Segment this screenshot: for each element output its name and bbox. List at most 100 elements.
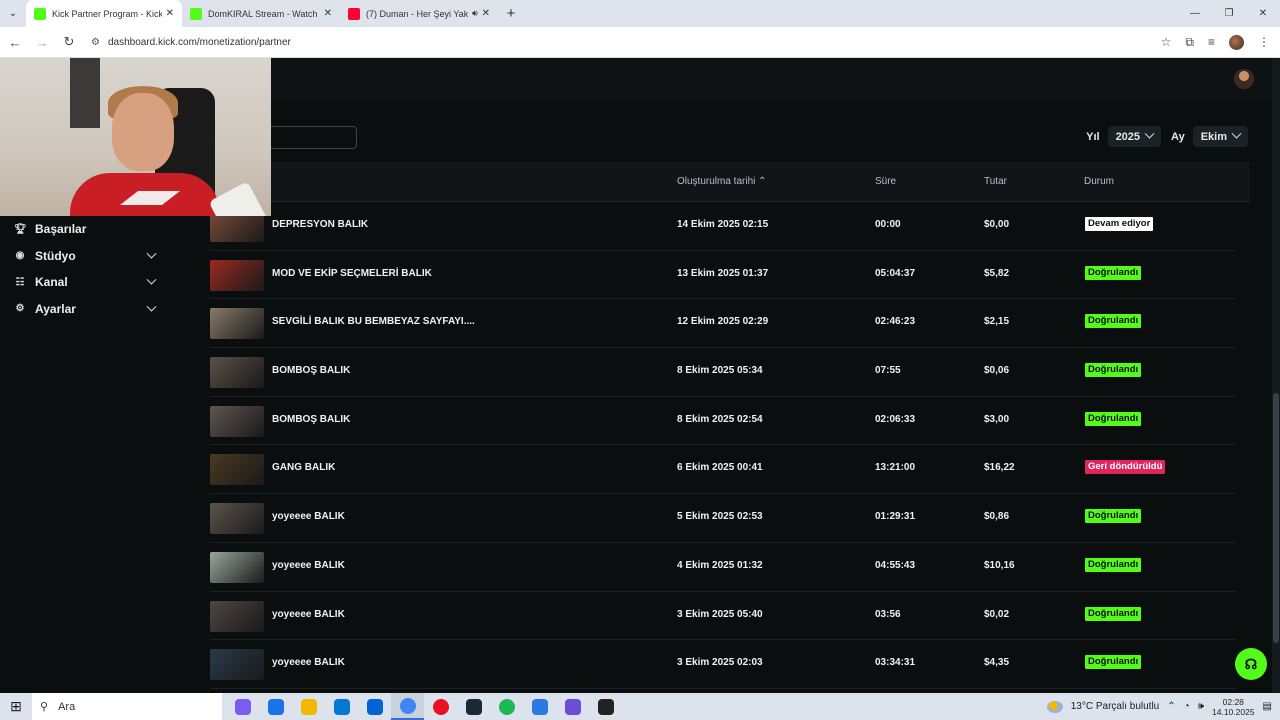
network-icon[interactable]: ◔ (1184, 701, 1190, 712)
taskbar-app-icon[interactable] (556, 693, 589, 720)
taskbar-app-icon[interactable] (259, 693, 292, 720)
table-row[interactable]: yoyeeee BALIK 3 Ekim 2025 05:40 03:56 $0… (210, 592, 1236, 641)
taskbar-app-icon[interactable] (457, 693, 490, 720)
browser-tab[interactable]: DomKIRAL Stream - Watch Live ✕ (182, 0, 340, 27)
stream-thumbnail[interactable] (210, 551, 264, 583)
close-window-icon[interactable]: ✕ (1246, 0, 1280, 27)
table-row[interactable]: DEPRESYON BALIK 14 Ekim 2025 02:15 00:00… (210, 202, 1236, 251)
window-controls: — ❐ ✕ (1178, 0, 1280, 27)
table-header: Oluşturulma tarihi ⌃ Süre Tutar Durum (197, 162, 1250, 202)
stream-title[interactable]: DEPRESYON BALIK (272, 219, 368, 230)
taskbar-search[interactable]: ⚲ Ara (32, 693, 222, 720)
tab-favicon-icon (348, 7, 360, 20)
stream-thumbnail[interactable] (210, 600, 264, 632)
stream-title[interactable]: yoyeeee BALIK (272, 609, 345, 620)
back-icon[interactable]: ← (3, 35, 27, 50)
table-row[interactable]: yoyeeee BALIK 3 Ekim 2025 02:03 03:34:31… (210, 640, 1236, 689)
browser-menu-icon[interactable]: ⋮ (1258, 35, 1270, 49)
site-info-icon[interactable]: ⚙ (91, 37, 100, 48)
stream-thumbnail[interactable] (210, 259, 264, 291)
tab-favicon-icon (34, 7, 46, 20)
tray-chevron-icon[interactable]: ⌃ (1167, 701, 1175, 712)
new-tab-button[interactable]: + (498, 0, 524, 27)
table-row[interactable]: GANG BALIK 6 Ekim 2025 00:41 13:21:00 $1… (210, 445, 1236, 495)
search-input[interactable] (270, 126, 357, 149)
restore-icon[interactable]: ❐ (1212, 0, 1246, 27)
volume-icon[interactable]: 🕪︎ (1198, 701, 1204, 712)
stream-amount: $10,16 (984, 559, 1015, 571)
stream-duration: 02:06:33 (875, 413, 916, 425)
chevron-down-icon[interactable] (146, 274, 157, 289)
windows-start-icon[interactable]: ⊞ (0, 698, 32, 715)
taskbar-app-icon[interactable] (226, 693, 259, 720)
browser-tab[interactable]: Kick Partner Program - Kick Da ✕ (26, 0, 182, 27)
stream-thumbnail[interactable] (210, 308, 264, 340)
stream-title[interactable]: MOD VE EKİP SEÇMELERİ BALIK (272, 268, 432, 279)
taskbar-app-icon[interactable] (424, 693, 457, 720)
url-field[interactable]: ⚙ dashboard.kick.com/monetization/partne… (91, 37, 1161, 48)
stream-thumbnail[interactable] (210, 357, 264, 389)
stream-title[interactable]: BOMBOŞ BALIK (272, 365, 350, 376)
taskbar-app-icon[interactable] (325, 693, 358, 720)
table-row[interactable]: yoyeeee BALIK 4 Ekim 2025 01:32 04:55:43… (210, 543, 1236, 592)
extensions-icon[interactable]: ⧉ (1185, 35, 1194, 50)
stream-date: 3 Ekim 2025 05:40 (677, 608, 763, 620)
taskbar-app-icon[interactable] (490, 693, 523, 720)
user-avatar[interactable] (1234, 69, 1254, 89)
stream-title[interactable]: BOMBOŞ BALIK (272, 414, 350, 425)
table-row[interactable]: BOMBOŞ BALIK 8 Ekim 2025 05:34 07:55 $0,… (210, 348, 1236, 397)
table-row[interactable]: BOMBOŞ BALIK 8 Ekim 2025 02:54 02:06:33 … (210, 397, 1236, 446)
system-tray: 13°C Parçalı bulutlu ⌃ ◔ 🕪︎ 02:28 14.10.… (1046, 693, 1280, 720)
taskbar-app-icon[interactable] (589, 693, 622, 720)
sidebar-item-kanal[interactable]: ☷ Kanal (0, 269, 197, 296)
chevron-down-icon[interactable] (146, 301, 157, 316)
stream-title[interactable]: yoyeeee BALIK (272, 511, 345, 522)
taskbar-app-icon[interactable] (292, 693, 325, 720)
sidebar-item-ayarlar[interactable]: ⚙ Ayarlar (0, 296, 197, 323)
sidebar-item-stüdyo[interactable]: ◉ Stüdyo (0, 243, 197, 270)
chevron-down-icon[interactable] (146, 248, 157, 263)
minimize-icon[interactable]: — (1178, 0, 1212, 27)
stream-title[interactable]: yoyeeee BALIK (272, 657, 345, 668)
stream-title[interactable]: GANG BALIK (272, 462, 335, 473)
taskbar-app-icon[interactable] (391, 693, 424, 720)
weather-text[interactable]: 13°C Parçalı bulutlu (1071, 701, 1160, 712)
table-row[interactable]: yoyeeee BALIK 5 Ekim 2025 02:53 01:29:31… (210, 494, 1236, 543)
stream-amount: $0,06 (984, 365, 1010, 377)
reload-icon[interactable]: ↻ (57, 34, 81, 50)
clock[interactable]: 02:28 14.10.2025 (1212, 697, 1255, 717)
webcam-overlay (0, 58, 271, 216)
sidebar-item-başarılar[interactable]: 🏆︎ Başarılar (0, 216, 197, 243)
stream-thumbnail[interactable] (210, 649, 264, 681)
year-select[interactable]: 2025 (1107, 126, 1162, 147)
taskbar-app-icon[interactable] (523, 693, 556, 720)
col-created-sort[interactable]: Oluşturulma tarihi ⌃ (677, 176, 767, 187)
month-label: Ay (1171, 130, 1185, 143)
bookmark-star-icon[interactable]: ☆ (1161, 35, 1172, 49)
tab-audio-icon[interactable]: 🔊︎ (472, 8, 478, 19)
stream-thumbnail[interactable] (210, 405, 264, 437)
table-row[interactable]: SEVGİLİ BALIK BU BEMBEYAZ SAYFAYI.... 12… (210, 299, 1236, 349)
stream-title[interactable]: SEVGİLİ BALIK BU BEMBEYAZ SAYFAYI.... (272, 316, 475, 327)
chevron-down-icon (1231, 128, 1242, 139)
tab-close-icon[interactable]: ✕ (166, 8, 174, 19)
tab-search-icon[interactable]: ⌄ (0, 0, 26, 27)
taskbar-app-icon[interactable] (358, 693, 391, 720)
stream-thumbnail[interactable] (210, 503, 264, 535)
support-chat-button[interactable]: ☊ (1235, 648, 1267, 680)
media-control-icon[interactable]: ≡ (1208, 35, 1215, 49)
profile-avatar[interactable] (1229, 34, 1244, 50)
stream-date: 6 Ekim 2025 00:41 (677, 462, 763, 474)
month-select[interactable]: Ekim (1192, 126, 1248, 147)
sidebar-item-label: Stüdyo (35, 248, 76, 263)
forward-icon[interactable]: → (30, 35, 54, 50)
scrollbar[interactable] (1272, 58, 1280, 693)
tab-close-icon[interactable]: ✕ (482, 8, 490, 19)
stream-title[interactable]: yoyeeee BALIK (272, 560, 345, 571)
col-amount: Tutar (984, 176, 1007, 187)
notification-icon[interactable]: ▤ (1263, 701, 1272, 712)
stream-thumbnail[interactable] (210, 454, 264, 486)
table-row[interactable]: MOD VE EKİP SEÇMELERİ BALIK 13 Ekim 2025… (210, 251, 1236, 300)
tab-close-icon[interactable]: ✕ (324, 8, 332, 19)
browser-tab[interactable]: (7) Duman - Her Şeyi Yak - 🔊︎ ✕ (340, 0, 498, 27)
